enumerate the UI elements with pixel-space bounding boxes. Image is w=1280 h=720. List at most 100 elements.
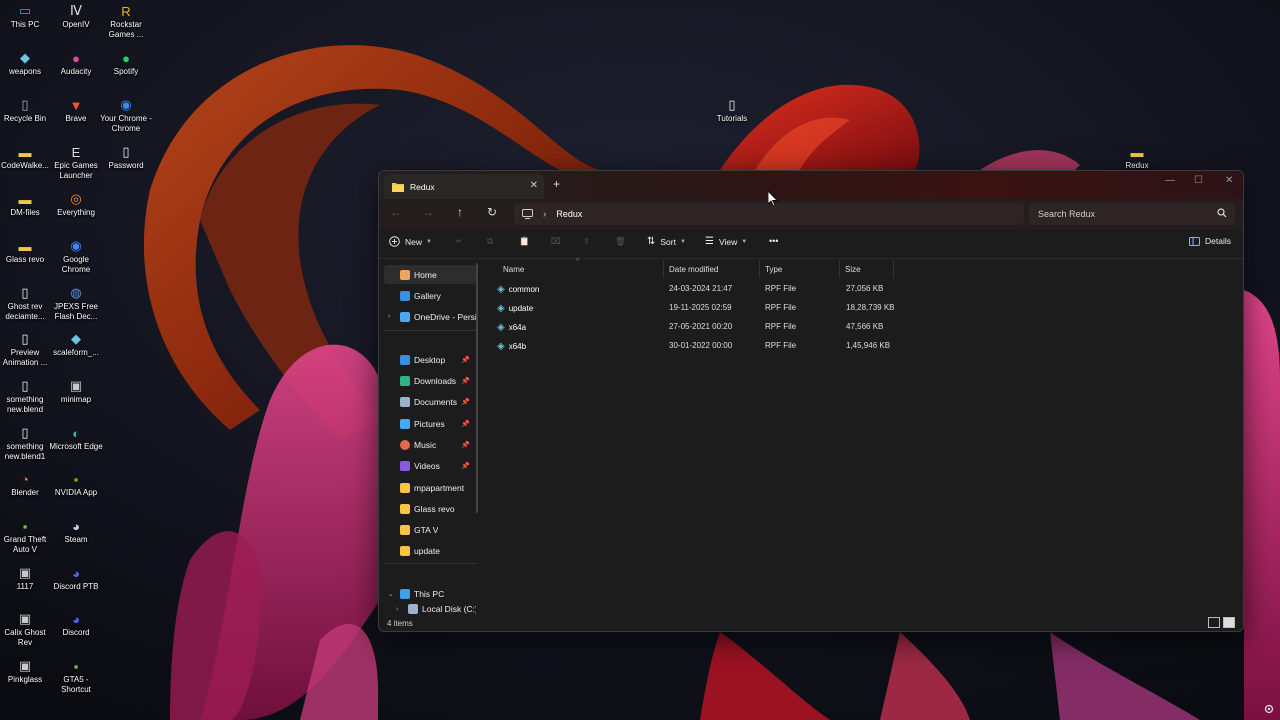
desktop-shortcut[interactable]: ▯ something new.blend [0,378,52,415]
desktop-shortcut[interactable]: ▯ something new.blend1 [0,425,52,462]
sidebar-item-onedrive-persi[interactable]: › OneDrive - Persi [384,307,476,326]
desktop-shortcut[interactable]: ▣ 1117 [0,565,52,592]
desktop-shortcut[interactable]: ▣ Pinkglass [0,658,52,685]
column-header-date[interactable]: Date modified [664,260,760,278]
desktop-shortcut[interactable]: ◆ scaleform_... [49,331,103,358]
desktop-shortcut[interactable]: ◎ Everything [49,191,103,218]
sidebar-item-mpapartment[interactable]: mpapartment [384,478,476,497]
desktop-shortcut[interactable]: ◆ weapons [0,50,52,77]
cut-icon[interactable]: ✂ [455,236,462,247]
details-button[interactable]: Details [1189,236,1231,246]
tab-redux[interactable]: Redux ✕ [384,174,544,199]
delete-icon[interactable]: 🗑 [615,236,626,247]
refresh-icon[interactable]: ↻ [484,205,500,219]
back-arrow-icon[interactable]: ← [388,205,404,219]
column-header-type[interactable]: Type [760,260,840,278]
navigation-scrollbar[interactable] [476,263,478,513]
sidebar-item-downloads[interactable]: Downloads 📌 [384,371,476,390]
paste-icon[interactable]: 📋 [519,236,530,247]
file-row[interactable]: ◈ x64b 30-01-2022 00:00 RPF File 1,45,946 KB [493,337,893,355]
desktop-shortcut[interactable]: ◍ JPEXS Free Flash Dec... [49,285,103,322]
sort-button[interactable]: ⇅ Sort ▼ [647,236,686,247]
sidebar-item-music[interactable]: Music 📌 [384,435,476,454]
new-button[interactable]: New ▼ [389,236,432,247]
desktop-shortcut[interactable]: ◔ Blender [0,472,52,498]
desktop-shortcut[interactable]: ▭ This PC [0,3,52,30]
chevron-down-icon[interactable]: ⌄ [388,590,394,598]
search-box[interactable] [1029,203,1235,225]
desktop-shortcut[interactable]: ▯ Preview Animation ... [0,331,52,368]
rename-icon[interactable]: ⌧ [551,236,561,247]
desktop-shortcut[interactable]: ▬ DM-files [0,192,52,218]
breadcrumb[interactable]: Redux [556,209,582,219]
desktop-shortcut[interactable]: ◕ Steam [49,519,103,545]
desktop-shortcut[interactable]: ◉ Your Chrome - Chrome [99,97,153,134]
plus-circle-icon [389,236,400,247]
sidebar-item-documents[interactable]: Documents 📌 [384,392,476,411]
desktop-shortcut[interactable]: ▪ Grand Theft Auto V [0,519,52,555]
close-tab-icon[interactable]: ✕ [530,180,538,191]
sidebar-item-glass-revo[interactable]: Glass revo [384,499,476,518]
file-row[interactable]: ◈ common 24-03-2024 21:47 RPF File 27,056 KB [493,280,893,298]
desktop-shortcut[interactable]: ▼ Brave [49,98,103,124]
desktop-shortcut[interactable]: ▯ Password [99,144,153,171]
sidebar-item-local-disk-c[interactable]: › Local Disk (C:) [384,603,476,615]
column-header-size[interactable]: Size [840,260,894,278]
mouse-cursor-icon [768,191,778,207]
copy-icon[interactable]: ⧉ [487,236,493,247]
desktop-shortcut[interactable]: ▯ Tutorials [705,97,759,124]
desktop-shortcut[interactable]: ◕ Discord [49,612,103,638]
more-options-icon[interactable]: ••• [769,236,778,246]
up-arrow-icon[interactable]: ↑ [452,205,468,219]
desktop-shortcut[interactable]: ▪ NVIDIA App [49,472,103,498]
file-date: 27-05-2021 00:20 [669,322,733,331]
desktop-shortcut[interactable]: R Rockstar Games ... [99,4,153,40]
blender-icon: ◔ [21,471,29,487]
sidebar-item-pictures[interactable]: Pictures 📌 [384,414,476,433]
desktop-shortcut[interactable]: ▪ GTA5 - Shortcut [49,659,103,695]
desktop-shortcut[interactable]: ▣ minimap [49,378,103,405]
sidebar-item-home[interactable]: Home [384,265,476,284]
desktop-shortcut[interactable]: ▬ Redux [1110,145,1164,171]
desktop-shortcut[interactable]: ▬ CodeWalke... [0,145,52,171]
sidebar-item-desktop[interactable]: Desktop 📌 [384,350,476,369]
desktop-shortcut[interactable]: ▬ Glass revo [0,239,52,265]
sidebar-item-gta-v[interactable]: GTA V [384,520,476,539]
desktop-shortcut[interactable]: ◉ Google Chrome [49,238,103,275]
new-label: New [405,236,423,247]
forward-arrow-icon[interactable]: → [420,205,436,219]
maximize-button[interactable]: ☐ [1194,175,1203,186]
search-input[interactable] [1038,209,1208,219]
new-tab-button[interactable]: + [553,177,560,191]
title-bar[interactable]: Redux ✕ + — ☐ ✕ [379,171,1243,199]
tiles-view-icon[interactable] [1223,617,1235,628]
share-icon[interactable]: ⇪ [583,236,590,247]
desktop-shortcut[interactable]: E Epic Games Launcher [49,145,103,181]
chevron-right-icon[interactable]: › [396,606,398,613]
desktop-shortcut[interactable]: ▯ Recycle Bin [0,97,52,124]
desktop-shortcut[interactable]: ▯ Ghost rev deciamte... [0,285,52,322]
file-row[interactable]: ◈ update 19-11-2025 02:59 RPF File 18,28,739… [493,299,894,317]
sidebar-item-videos[interactable]: Videos 📌 [384,456,476,475]
details-view-icon[interactable] [1208,617,1220,628]
chevron-right-icon[interactable]: › [388,313,390,320]
desktop-shortcut-label: Preview Animation ... [2,348,48,367]
desktop-shortcut[interactable]: ▣ Calix Ghost Rev [0,611,52,648]
desktop-shortcut[interactable]: ◐ Microsoft Edge [49,426,103,452]
desktop-shortcut[interactable]: Ⅳ OpenIV [49,3,103,30]
close-window-button[interactable]: ✕ [1225,175,1233,186]
chevron-down-icon: ▼ [741,238,748,245]
minimize-button[interactable]: — [1165,175,1175,186]
sidebar-item-update[interactable]: update [384,541,476,560]
search-icon[interactable] [1217,208,1227,218]
file-row[interactable]: ◈ x64a 27-05-2021 00:20 RPF File 47,566 KB [493,318,893,336]
column-header-name[interactable]: Name ^ [498,258,664,278]
view-button[interactable]: ☰ View ▼ [705,236,747,247]
desktop-shortcut[interactable]: ● Spotify [99,51,153,77]
desktop-shortcut[interactable]: ◕ Discord PTB [49,566,103,592]
sidebar-item-this-pc[interactable]: ⌄ This PC [384,584,476,603]
sidebar-item-gallery[interactable]: Gallery [384,286,476,305]
settings-gear-icon[interactable] [1263,703,1275,715]
desktop-shortcut[interactable]: ● Audacity [49,51,103,77]
monitor-icon [522,209,533,219]
